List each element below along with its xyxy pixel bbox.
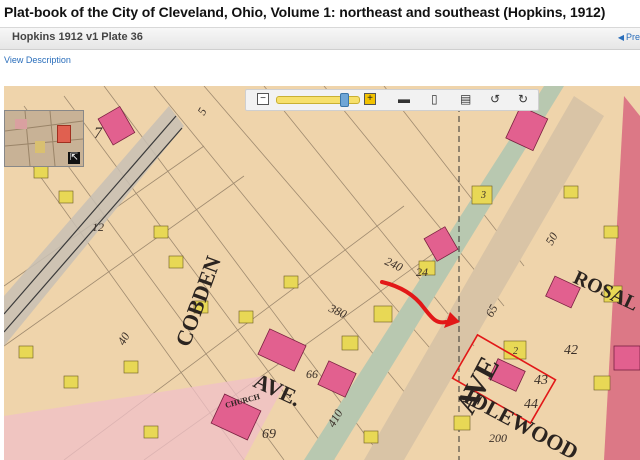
map-image: COBDEN AVE. AVE ROSAL IDLEWOOD CHURCH 38… (4, 86, 640, 460)
map-viewer[interactable]: COBDEN AVE. AVE ROSAL IDLEWOOD CHURCH 38… (4, 86, 640, 460)
rotate-right-icon[interactable]: ↻ (518, 92, 528, 106)
fullscreen-icon[interactable]: ▬ (398, 92, 410, 106)
lot-number: 66 (306, 367, 318, 381)
plate-title: Hopkins 1912 v1 Plate 36 (12, 31, 143, 43)
lot-number: 42 (564, 343, 578, 358)
lot-number: 69 (262, 427, 276, 442)
print-icon[interactable]: ▤ (460, 92, 471, 106)
zoom-out-button[interactable]: − (257, 93, 269, 105)
arrow-left-icon: ◀ (617, 33, 624, 42)
lot-number: 43 (534, 373, 548, 388)
zoom-in-button[interactable]: + (364, 93, 376, 105)
lot-number: 12 (92, 220, 104, 234)
previous-link[interactable]: ◀ Pre (618, 32, 640, 42)
lot-number: 24 (416, 265, 428, 279)
page-title: Plat-book of the City of Cleveland, Ohio… (4, 4, 606, 20)
plate-header: Hopkins 1912 v1 Plate 36 ◀ Pre (0, 27, 640, 50)
rotate-left-icon[interactable]: ↺ (490, 92, 500, 106)
previous-label: Pre (625, 32, 640, 42)
page-icon[interactable]: ▯ (431, 92, 438, 106)
lot-number: 7 (94, 125, 103, 142)
lot-number: 2 (513, 346, 518, 357)
map-toolbar: − + ▬ ▯ ▤ ↺ ↻ (245, 89, 539, 111)
lot-number: 3 (480, 190, 486, 201)
lot-number: 200 (489, 431, 507, 445)
expand-overview-icon[interactable]: ⇱ (68, 152, 80, 164)
overview-viewport-marker[interactable] (57, 125, 71, 143)
lot-number: 44 (524, 397, 538, 412)
zoom-slider-handle[interactable] (339, 93, 349, 107)
view-description-link[interactable]: View Description (4, 55, 71, 65)
